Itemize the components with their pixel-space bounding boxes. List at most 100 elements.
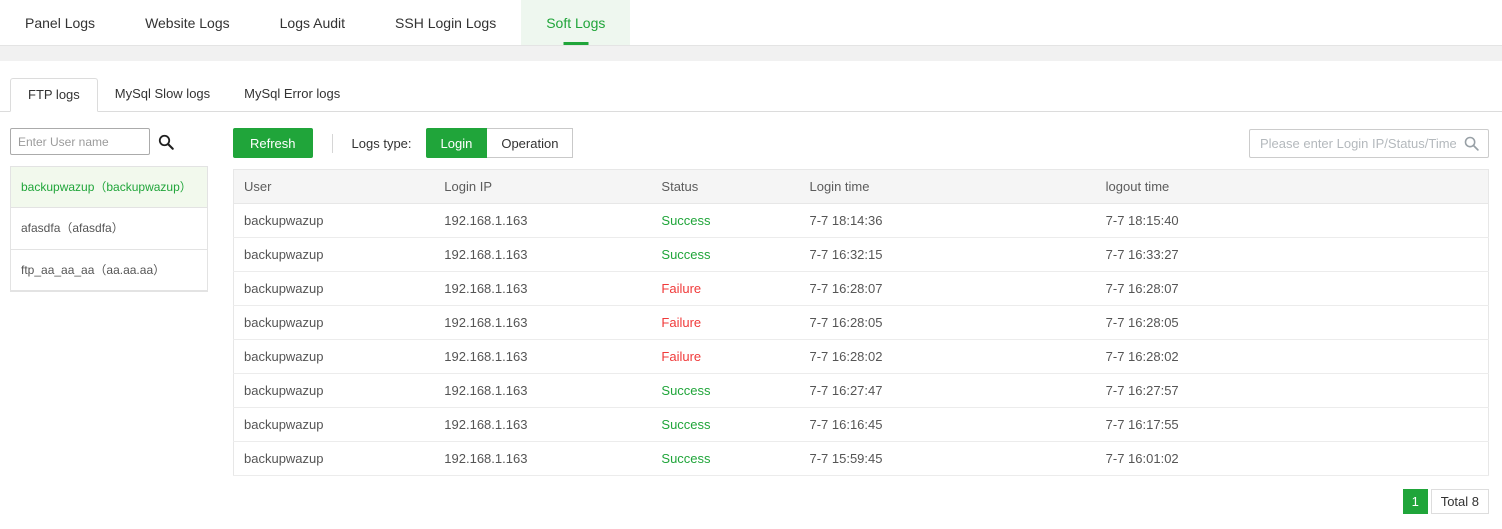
cell-user: backupwazup [234,272,435,306]
cell-login-ip: 192.168.1.163 [434,408,651,442]
page-divider-band [0,46,1502,61]
ftp-user-label: afasdfa（afasdfa） [21,221,124,235]
logs-type-label: Logs type: [352,136,412,151]
sub-tab[interactable]: FTP logs [10,78,98,112]
ftp-user-list-item[interactable]: ftp_aa_aa_aa（aa.aa.aa） [11,250,207,291]
table-row: backupwazup 192.168.1.163 Success 7-7 15… [234,442,1489,476]
ftp-login-logs-table: User Login IP Status Login time logout t… [233,169,1489,476]
cell-user: backupwazup [234,408,435,442]
sub-tab[interactable]: MySql Error logs [227,77,357,111]
ftp-user-list-item[interactable]: backupwazup（backupwazup） [11,167,207,208]
top-tab-label: Panel Logs [25,15,95,31]
cell-logout-time: 7-7 16:28:05 [1096,306,1489,340]
cell-status: Failure [651,272,799,306]
cell-logout-time: 7-7 16:28:07 [1096,272,1489,306]
sub-tab[interactable]: MySql Slow logs [98,77,227,111]
cell-login-time: 7-7 16:16:45 [799,408,1095,442]
table-row: backupwazup 192.168.1.163 Success 7-7 18… [234,204,1489,238]
cell-status: Success [651,204,799,238]
cell-login-ip: 192.168.1.163 [434,340,651,374]
cell-login-time: 7-7 18:14:36 [799,204,1095,238]
cell-logout-time: 7-7 16:28:02 [1096,340,1489,374]
top-tab-label: Logs Audit [280,15,345,31]
cell-login-ip: 192.168.1.163 [434,238,651,272]
logs-type-toggle: Login Operation [426,128,574,158]
cell-status: Failure [651,340,799,374]
top-tab[interactable]: SSH Login Logs [370,0,521,45]
total-count-label: Total 8 [1431,489,1489,514]
cell-login-time: 7-7 16:28:02 [799,340,1095,374]
ftp-user-list: backupwazup（backupwazup） afasdfa（afasdfa… [10,166,208,292]
pagination: 1 Total 8 [233,489,1489,514]
ftp-user-sidebar: backupwazup（backupwazup） afasdfa（afasdfa… [10,128,208,514]
sub-tab-label: MySql Slow logs [115,86,210,101]
cell-login-time: 7-7 16:27:47 [799,374,1095,408]
cell-login-time: 7-7 16:28:05 [799,306,1095,340]
status-text: Success [661,451,710,466]
status-text: Failure [661,315,701,330]
column-header-status: Status [651,170,799,204]
cell-status: Success [651,408,799,442]
column-header-login-ip: Login IP [434,170,651,204]
cell-status: Success [651,442,799,476]
logs-toolbar: Refresh Logs type: Login Operation [233,128,1489,158]
search-icon[interactable] [157,133,175,151]
table-row: backupwazup 192.168.1.163 Success 7-7 16… [234,238,1489,272]
ftp-user-list-item[interactable]: afasdfa（afasdfa） [11,208,207,249]
cell-login-ip: 192.168.1.163 [434,272,651,306]
logs-type-option-label: Login [441,136,473,151]
toolbar-divider [332,134,333,153]
cell-logout-time: 7-7 16:27:57 [1096,374,1489,408]
user-search-input[interactable] [10,128,150,155]
column-header-user: User [234,170,435,204]
cell-login-time: 7-7 16:28:07 [799,272,1095,306]
soft-logs-page: Panel Logs Website Logs Logs Audit SSH L… [0,0,1502,529]
user-search-row [10,128,208,155]
cell-logout-time: 7-7 16:01:02 [1096,442,1489,476]
sub-tab-bar: FTP logs MySql Slow logs MySql Error log… [0,61,1502,112]
top-tab-label: Website Logs [145,15,230,31]
column-header-login-time: Login time [799,170,1095,204]
cell-user: backupwazup [234,374,435,408]
cell-logout-time: 7-7 18:15:40 [1096,204,1489,238]
content-area: backupwazup（backupwazup） afasdfa（afasdfa… [0,112,1502,514]
cell-login-ip: 192.168.1.163 [434,306,651,340]
refresh-button[interactable]: Refresh [233,128,313,158]
cell-status: Success [651,374,799,408]
logs-type-option[interactable]: Login [426,128,488,158]
cell-user: backupwazup [234,340,435,374]
logs-type-option[interactable]: Operation [487,128,573,158]
cell-logout-time: 7-7 16:33:27 [1096,238,1489,272]
table-header: User Login IP Status Login time logout t… [234,170,1489,204]
ftp-user-label: backupwazup（backupwazup） [21,180,192,194]
top-tab-label: SSH Login Logs [395,15,496,31]
table-row: backupwazup 192.168.1.163 Failure 7-7 16… [234,272,1489,306]
top-tab[interactable]: Website Logs [120,0,255,45]
sub-tab-label: FTP logs [28,87,80,102]
page-1-button[interactable]: 1 [1403,489,1428,514]
table-row: backupwazup 192.168.1.163 Success 7-7 16… [234,374,1489,408]
status-text: Success [661,417,710,432]
cell-user: backupwazup [234,238,435,272]
top-tab[interactable]: Soft Logs [521,0,630,45]
top-tab-label: Soft Logs [546,15,605,31]
cell-login-ip: 192.168.1.163 [434,374,651,408]
logs-main-panel: Refresh Logs type: Login Operation [233,128,1489,514]
search-icon[interactable] [1463,135,1480,152]
sub-tab-label: MySql Error logs [244,86,340,101]
cell-login-ip: 192.168.1.163 [434,204,651,238]
cell-status: Failure [651,306,799,340]
cell-login-time: 7-7 15:59:45 [799,442,1095,476]
ftp-user-label: ftp_aa_aa_aa（aa.aa.aa） [21,263,165,277]
table-row: backupwazup 192.168.1.163 Failure 7-7 16… [234,306,1489,340]
status-text: Success [661,247,710,262]
top-tab[interactable]: Logs Audit [255,0,370,45]
cell-user: backupwazup [234,442,435,476]
logs-type-option-label: Operation [501,136,558,151]
cell-user: backupwazup [234,306,435,340]
table-row: backupwazup 192.168.1.163 Success 7-7 16… [234,408,1489,442]
top-tab[interactable]: Panel Logs [0,0,120,45]
log-filter-search [1249,129,1489,158]
log-filter-input[interactable] [1249,129,1489,158]
cell-user: backupwazup [234,204,435,238]
